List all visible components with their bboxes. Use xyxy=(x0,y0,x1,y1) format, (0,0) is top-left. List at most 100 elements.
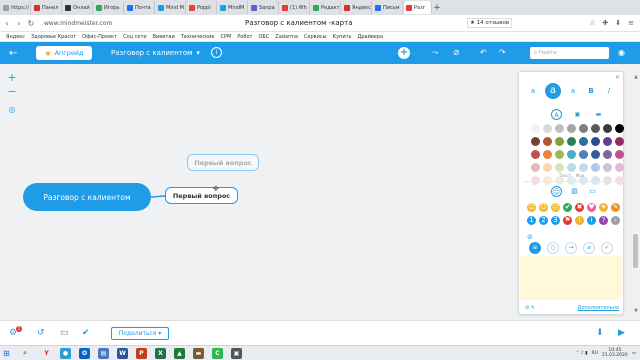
task-check-icon[interactable]: ✓ xyxy=(601,242,613,254)
color-swatch[interactable] xyxy=(531,163,540,172)
browser-tab[interactable]: MindM xyxy=(218,1,248,14)
bookmark-item[interactable]: Робот xyxy=(237,34,252,40)
bookmark-item[interactable]: Zadarma xyxy=(275,34,298,40)
emoji-icon[interactable]: 3 xyxy=(551,216,560,225)
color-swatch[interactable] xyxy=(543,124,552,133)
bookmark-item[interactable]: Технические xyxy=(181,34,215,40)
redo-icon[interactable]: ↷ xyxy=(499,48,506,57)
user-avatar-icon[interactable]: ◉ xyxy=(618,48,625,57)
browser-tab[interactable]: Почта xyxy=(125,1,155,14)
outlook-icon[interactable]: O xyxy=(79,347,90,359)
reviews-badge[interactable]: ★ 14 отзывов xyxy=(467,18,513,28)
note-icon[interactable]: ≡ xyxy=(529,242,541,254)
emoji-icon[interactable]: ✎ xyxy=(611,203,620,212)
color-swatch[interactable] xyxy=(531,137,540,146)
url-field[interactable]: www.mindmeister.com xyxy=(44,20,164,27)
color-swatch[interactable] xyxy=(567,150,576,159)
emoji-icon[interactable]: ☺ xyxy=(527,203,536,212)
color-swatch[interactable] xyxy=(567,137,576,146)
browser-tab[interactable]: Sanpa xyxy=(249,1,279,14)
browser-tab[interactable]: Яндекс xyxy=(342,1,372,14)
check-icon[interactable]: ✔ xyxy=(82,328,90,338)
reload-icon[interactable]: ↻ xyxy=(26,19,36,28)
chrome-icon[interactable]: ● xyxy=(60,347,71,359)
attachment-icon[interactable]: ⌀ xyxy=(583,242,595,254)
bookmark-item[interactable]: Яндекс xyxy=(6,34,25,40)
color-swatch[interactable] xyxy=(615,137,624,146)
scroll-up-icon[interactable]: ▲ xyxy=(634,74,638,80)
color-swatch[interactable] xyxy=(579,150,588,159)
word-icon[interactable]: W xyxy=(117,347,128,359)
arrow-icon[interactable]: → xyxy=(565,242,577,254)
yandex-browser-icon[interactable]: Y xyxy=(41,347,52,359)
emoji-icon[interactable]: ? xyxy=(599,216,608,225)
color-swatch[interactable] xyxy=(543,137,552,146)
tray-icons[interactable]: ⌃ ♪ ▮ xyxy=(576,351,588,356)
scrollbar[interactable] xyxy=(633,234,638,268)
browser-tab[interactable]: Письм xyxy=(373,1,403,14)
color-swatch[interactable] xyxy=(567,124,576,133)
emoji-icon[interactable]: i xyxy=(587,216,596,225)
app-icon-dark[interactable]: ▣ xyxy=(231,347,242,359)
root-node[interactable]: Разговор с калиентом xyxy=(23,183,151,211)
emoji-icon[interactable]: ☹ xyxy=(551,203,560,212)
bookmark-item[interactable]: Купить xyxy=(333,34,352,40)
more-link[interactable]: Дополнительно xyxy=(578,305,619,311)
scroll-down-icon[interactable]: ▼ xyxy=(634,308,638,314)
color-swatch[interactable] xyxy=(555,163,564,172)
bookmark-item[interactable]: CPM xyxy=(220,34,231,40)
browser-tab[interactable]: Панел xyxy=(32,1,62,14)
add-node-button[interactable]: + xyxy=(398,47,410,59)
bookmark-item[interactable]: Драйвера xyxy=(357,34,383,40)
shape-circle-icon[interactable]: ○ xyxy=(547,242,559,254)
color-swatch[interactable] xyxy=(555,137,564,146)
close-icon[interactable]: ✕ xyxy=(615,74,620,81)
emoji-icon[interactable]: › xyxy=(611,216,620,225)
font-option[interactable]: a xyxy=(527,85,539,97)
emoji-icon[interactable]: ✦ xyxy=(599,203,608,212)
emoji-icon[interactable]: ♥ xyxy=(587,203,596,212)
image-tab-icon[interactable]: ▨ xyxy=(569,186,580,197)
video-tab-icon[interactable]: ▭ xyxy=(587,186,598,197)
child-node[interactable]: Первый вопрос xyxy=(165,187,238,204)
back-arrow-icon[interactable]: ← xyxy=(9,48,23,59)
browser-tab[interactable]: Онлай xyxy=(63,1,93,14)
green-app-icon[interactable]: ▲ xyxy=(174,347,185,359)
color-swatch[interactable] xyxy=(591,137,600,146)
emoji-icon[interactable]: ✖ xyxy=(575,203,584,212)
notification-center-icon[interactable]: ▭ xyxy=(632,351,636,356)
emoji-icon[interactable]: 2 xyxy=(539,216,548,225)
forward-icon[interactable]: › xyxy=(14,19,24,28)
font-option[interactable]: a xyxy=(567,85,579,97)
browser-tab[interactable]: Mind M xyxy=(156,1,186,14)
color-swatch[interactable] xyxy=(603,163,612,172)
browser-tab[interactable]: Разг xyxy=(404,1,432,14)
bookmark-item[interactable]: Сервисы xyxy=(304,34,327,40)
color-swatch[interactable] xyxy=(591,124,600,133)
bookmark-star-icon[interactable]: ☆ xyxy=(589,19,595,27)
clock[interactable]: 10:45 21.03.2020 xyxy=(602,348,628,358)
color-swatch[interactable] xyxy=(531,150,540,159)
notes-area[interactable] xyxy=(520,256,622,300)
color-swatch[interactable] xyxy=(579,124,588,133)
download-icon[interactable]: ⬇ xyxy=(615,19,621,27)
bookmark-item[interactable]: ОБС xyxy=(258,34,269,40)
camtasia-icon[interactable]: C xyxy=(212,347,223,359)
emoji-tab-icon[interactable]: ☺ xyxy=(551,186,562,197)
color-swatch[interactable] xyxy=(555,150,564,159)
font-option[interactable]: I xyxy=(603,85,615,97)
color-swatch[interactable] xyxy=(531,124,540,133)
folder-icon[interactable]: ▬ xyxy=(193,347,204,359)
windows-start-icon[interactable]: ⊞ xyxy=(3,349,17,358)
color-swatch[interactable] xyxy=(603,124,612,133)
search-input[interactable]: Найти xyxy=(530,47,609,59)
powerpoint-icon[interactable]: P xyxy=(136,347,147,359)
emoji-icon[interactable]: 1 xyxy=(527,216,536,225)
color-swatch[interactable] xyxy=(615,124,624,133)
menu-icon[interactable]: ≡ xyxy=(628,19,634,27)
browser-tab[interactable]: (1) Wh xyxy=(280,1,310,14)
font-option[interactable]: a xyxy=(545,83,561,99)
search-icon[interactable]: ⌕ xyxy=(23,349,33,358)
bookmark-item[interactable]: Соц сети xyxy=(123,34,147,40)
palette-tab-background[interactable]: Фон xyxy=(576,173,585,178)
